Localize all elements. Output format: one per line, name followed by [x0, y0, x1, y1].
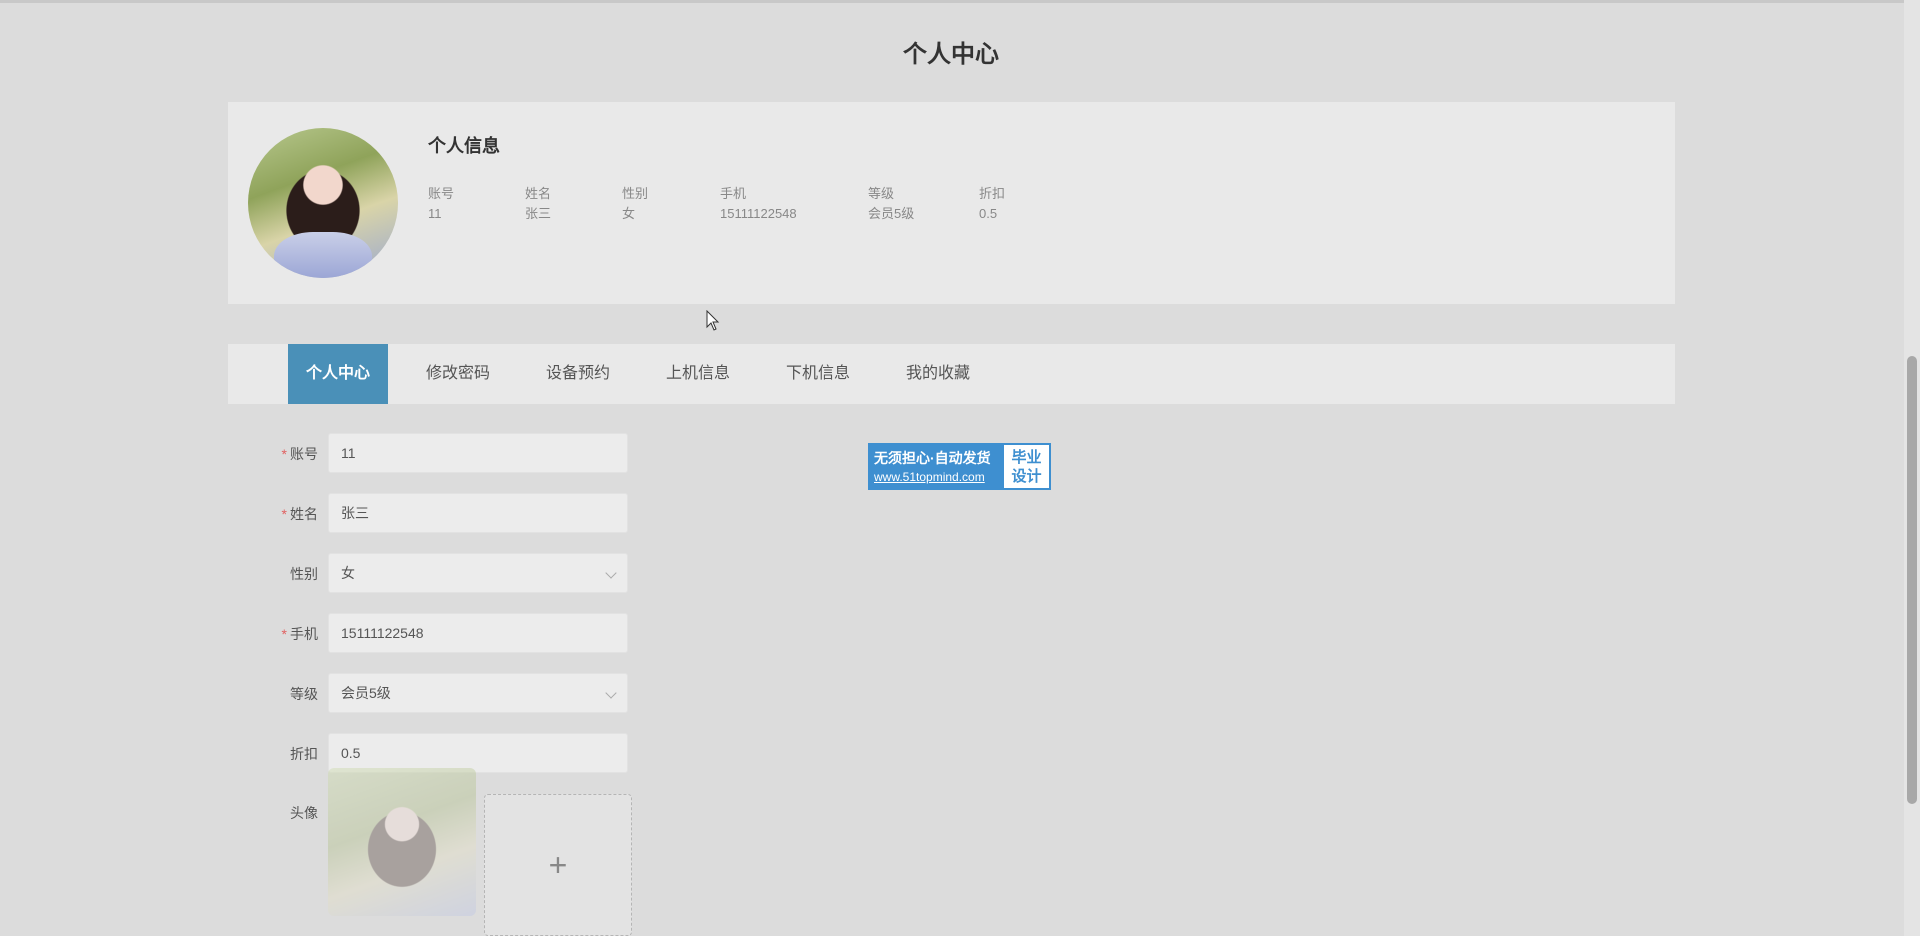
mouse-pointer-icon — [706, 310, 720, 331]
avatar-figure — [274, 232, 372, 278]
name-label: * 姓名 — [281, 506, 318, 522]
ad-badge[interactable]: 无须担心·自动发货 www.51topmind.com 毕业 设计 — [868, 443, 1051, 490]
discount-input[interactable]: 0.5 — [328, 733, 628, 773]
ad-left: 无须担心·自动发货 www.51topmind.com — [870, 445, 1004, 488]
required-mark: * — [281, 446, 287, 462]
tab-logout-info[interactable]: 下机信息 — [768, 344, 868, 404]
ad-link[interactable]: www.51topmind.com — [874, 468, 1000, 486]
tab-personal-center[interactable]: 个人中心 — [288, 344, 388, 404]
phone-label: * 手机 — [281, 626, 318, 642]
tab-bar: 个人中心 修改密码 设备预约 上机信息 下机信息 我的收藏 — [228, 344, 1675, 404]
phone-input[interactable]: 15111122548 — [328, 613, 628, 653]
required-mark: * — [281, 626, 287, 642]
profile-field-phone: 手机 15111122548 — [720, 184, 860, 224]
profile-avatar — [248, 128, 398, 278]
ad-right: 毕业 设计 — [1004, 445, 1049, 488]
page-title: 个人中心 — [903, 41, 999, 68]
tab-login-info[interactable]: 上机信息 — [648, 344, 748, 404]
gender-label: 性别 — [290, 566, 318, 582]
discount-label: 折扣 — [290, 746, 318, 762]
level-select[interactable]: 会员5级 — [328, 673, 628, 713]
plus-icon: + — [548, 847, 568, 883]
tab-my-favorites[interactable]: 我的收藏 — [888, 344, 988, 404]
profile-field-label: 折扣 — [979, 186, 1006, 201]
avatar-upload-button[interactable]: + — [484, 794, 632, 936]
account-input[interactable]: 11 — [328, 433, 628, 473]
ad-right-line2: 设计 — [1011, 468, 1042, 485]
required-mark: * — [281, 506, 287, 522]
tab-change-password[interactable]: 修改密码 — [408, 344, 508, 404]
gender-select[interactable]: 女 — [328, 553, 628, 593]
name-input[interactable]: 张三 — [328, 493, 628, 533]
level-select-value: 会员5级 — [341, 685, 391, 701]
chevron-down-icon — [605, 567, 617, 579]
scrollbar-thumb[interactable] — [1907, 356, 1917, 804]
tab-device-booking[interactable]: 设备预约 — [528, 344, 628, 404]
top-border — [0, 0, 1920, 3]
profile-field-value: 15111122548 — [720, 206, 797, 221]
profile-field-label: 手机 — [720, 186, 747, 201]
profile-field-discount: 折扣 0.5 — [979, 184, 1119, 224]
avatar-label: 头像 — [290, 805, 318, 821]
ad-line1: 无须担心·自动发货 — [874, 450, 991, 466]
ad-right-line1: 毕业 — [1011, 449, 1042, 466]
vertical-scrollbar[interactable] — [1904, 0, 1920, 936]
account-label: * 账号 — [281, 446, 318, 462]
profile-card: 个人信息 账号 11 姓名 张三 性别 女 手机 15111122548 等级 … — [228, 102, 1675, 304]
profile-field-value: 0.5 — [979, 206, 998, 221]
level-label: 等级 — [290, 686, 318, 702]
gender-select-value: 女 — [341, 565, 355, 581]
chevron-down-icon — [605, 687, 617, 699]
avatar-preview-image[interactable] — [328, 768, 476, 916]
profile-section-title: 个人信息 — [428, 136, 500, 156]
